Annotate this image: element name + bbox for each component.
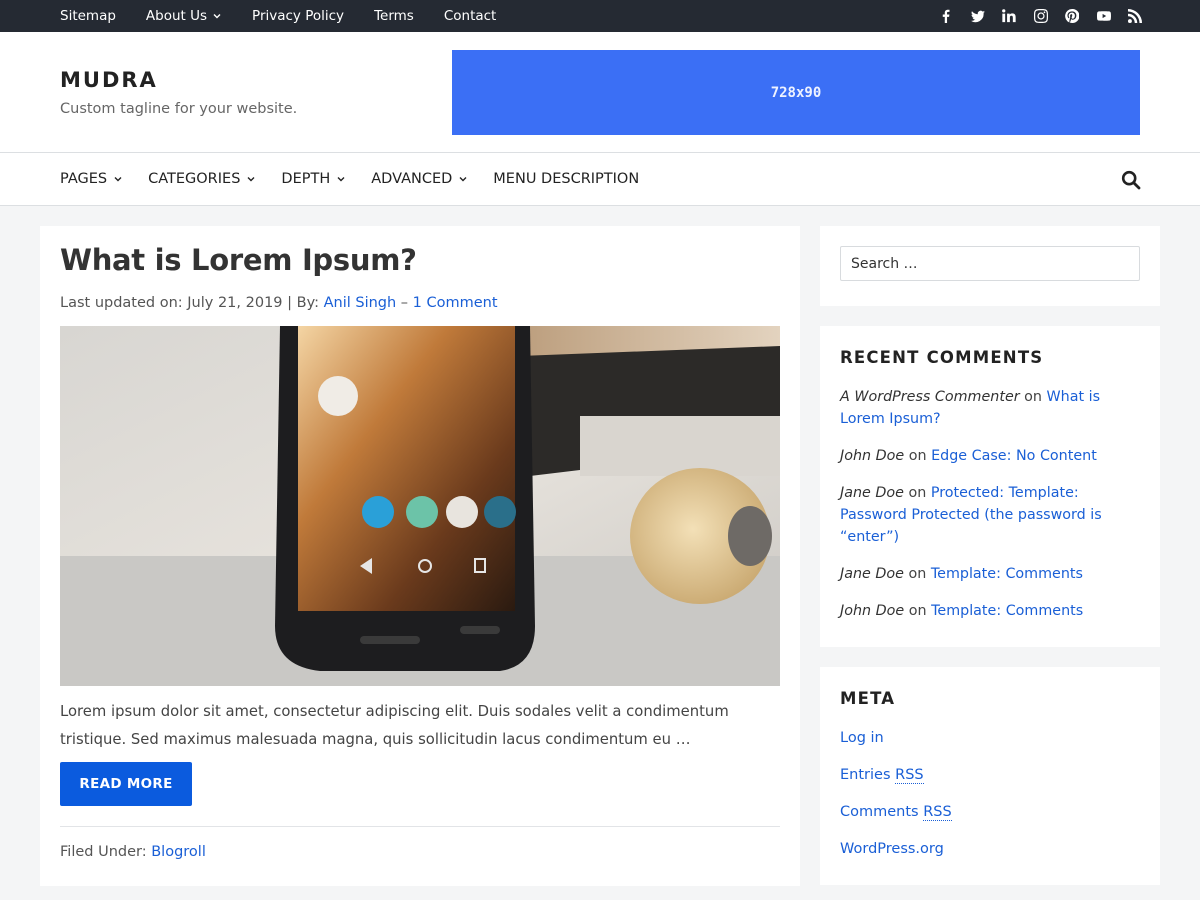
ad-banner-label: 728x90: [770, 84, 822, 101]
comment-author: John Doe: [840, 603, 905, 619]
list-item: A WordPress Commenter on What is Lorem I…: [840, 386, 1140, 430]
list-item: Comments RSS: [840, 801, 952, 823]
ad-banner[interactable]: 728x90: [452, 50, 1140, 135]
read-more-button[interactable]: READ MORE: [60, 762, 192, 806]
search-icon[interactable]: [1118, 167, 1144, 193]
post-meta-date: Last updated on: July 21, 2019 | By:: [60, 295, 324, 311]
instagram-icon[interactable]: [1025, 0, 1057, 32]
chevron-down-icon: [113, 174, 123, 184]
main-nav: PAGES CATEGORIES DEPTH ADVANCED MENU DES…: [0, 153, 1200, 206]
comment-author: Jane Doe: [840, 566, 904, 582]
menu-item-categories[interactable]: CATEGORIES: [148, 153, 256, 205]
comment-on: on: [904, 603, 932, 619]
comment-on: on: [904, 448, 932, 464]
chevron-down-icon: [458, 174, 468, 184]
top-nav-label: Contact: [443, 8, 497, 24]
list-item: Log in: [840, 727, 952, 749]
menu-item-pages[interactable]: PAGES: [60, 153, 123, 205]
top-nav-about-us[interactable]: About Us: [131, 0, 237, 32]
list-item: WordPress.org: [840, 838, 952, 860]
comment-author: A WordPress Commenter: [840, 389, 1020, 405]
top-nav-privacy-policy[interactable]: Privacy Policy: [237, 0, 359, 32]
top-nav-label: Terms: [374, 8, 414, 24]
post-card: What is Lorem Ipsum? Last updated on: Ju…: [40, 226, 800, 886]
post-excerpt: Lorem ipsum dolor sit amet, consectetur …: [60, 703, 729, 748]
chevron-down-icon: [246, 174, 256, 184]
top-nav-label: About Us: [145, 8, 208, 24]
top-nav-label: Privacy Policy: [252, 8, 345, 24]
comment-on: on: [903, 566, 931, 582]
chevron-down-icon: [212, 11, 222, 21]
comment-on: on: [1019, 389, 1047, 405]
menu-item-advanced[interactable]: ADVANCED: [371, 153, 468, 205]
site-tagline: Custom tagline for your website.: [60, 101, 298, 117]
login-link[interactable]: Log in: [840, 730, 884, 746]
widget-title: RECENT COMMENTS: [840, 348, 1044, 367]
meta-widget: META Log in Entries RSS Comments RSS Wor…: [820, 667, 1160, 885]
post-divider: [60, 826, 780, 827]
list-item: Jane Doe on Protected: Template: Passwor…: [840, 482, 1140, 548]
social-links: [931, 0, 1152, 32]
list-item: John Doe on Template: Comments: [840, 600, 1140, 622]
pinterest-icon[interactable]: [1057, 0, 1089, 32]
list-item: Entries RSS: [840, 764, 952, 786]
search-widget: [820, 226, 1160, 306]
wordpress-org-link[interactable]: WordPress.org: [840, 841, 944, 857]
list-item: Jane Doe on Template: Comments: [840, 563, 1140, 585]
comment-post-link[interactable]: Edge Case: No Content: [931, 448, 1097, 464]
entries-label: Entries: [840, 767, 896, 783]
category-link[interactable]: Blogroll: [151, 844, 206, 860]
filed-under-label: Filed Under:: [60, 844, 152, 860]
comment-post-link[interactable]: Template: Comments: [931, 566, 1083, 582]
facebook-icon[interactable]: [931, 0, 963, 32]
rss-abbr: RSS: [923, 804, 952, 821]
post-meta-separator: –: [396, 295, 413, 311]
top-nav-sitemap[interactable]: Sitemap: [45, 0, 131, 32]
comment-author: Jane Doe: [840, 485, 904, 501]
widget-title: META: [840, 689, 896, 708]
rss-icon[interactable]: [1120, 0, 1152, 32]
youtube-icon[interactable]: [1088, 0, 1120, 32]
recent-comments-list: A WordPress Commenter on What is Lorem I…: [840, 386, 1140, 637]
comment-on: on: [903, 485, 931, 501]
read-more-label: READ MORE: [79, 776, 173, 792]
recent-comments-widget: RECENT COMMENTS A WordPress Commenter on…: [820, 326, 1160, 647]
site-title[interactable]: MUDRA: [60, 68, 158, 92]
meta-list: Log in Entries RSS Comments RSS WordPres…: [840, 727, 952, 875]
rss-abbr: RSS: [895, 767, 924, 784]
post-author-link[interactable]: Anil Singh: [324, 295, 397, 311]
top-bar: Sitemap About Us Privacy Policy Terms Co…: [0, 0, 1200, 32]
post-comments-link[interactable]: 1 Comment: [413, 295, 498, 311]
twitter-icon[interactable]: [962, 0, 994, 32]
comments-label: Comments: [840, 804, 924, 820]
post-meta: Last updated on: July 21, 2019 | By: Ani…: [60, 295, 498, 311]
search-input[interactable]: [840, 246, 1140, 281]
list-item: John Doe on Edge Case: No Content: [840, 445, 1140, 467]
post-title[interactable]: What is Lorem Ipsum?: [60, 243, 417, 277]
comment-post-link[interactable]: Template: Comments: [931, 603, 1083, 619]
menu-item-label: ADVANCED: [371, 171, 453, 187]
comments-rss-link[interactable]: Comments RSS: [840, 804, 952, 821]
menu-item-label: PAGES: [60, 171, 108, 187]
menu-item-menu-description[interactable]: MENU DESCRIPTION: [493, 153, 639, 205]
menu-item-label: CATEGORIES: [148, 171, 241, 187]
linkedin-icon[interactable]: [994, 0, 1026, 32]
main-menu: PAGES CATEGORIES DEPTH ADVANCED MENU DES…: [60, 153, 664, 205]
chevron-down-icon: [336, 174, 346, 184]
menu-item-depth[interactable]: DEPTH: [281, 153, 346, 205]
top-nav-label: Sitemap: [60, 8, 116, 24]
menu-item-label: MENU DESCRIPTION: [493, 171, 640, 187]
site-header: MUDRA Custom tagline for your website. 7…: [0, 32, 1200, 153]
post-categories: Filed Under: Blogroll: [60, 844, 206, 860]
top-nav-terms[interactable]: Terms: [359, 0, 429, 32]
featured-image[interactable]: [60, 326, 780, 686]
top-nav: Sitemap About Us Privacy Policy Terms Co…: [45, 0, 511, 32]
comment-author: John Doe: [840, 448, 905, 464]
entries-rss-link[interactable]: Entries RSS: [840, 767, 924, 784]
top-nav-contact[interactable]: Contact: [429, 0, 512, 32]
menu-item-label: DEPTH: [281, 171, 331, 187]
